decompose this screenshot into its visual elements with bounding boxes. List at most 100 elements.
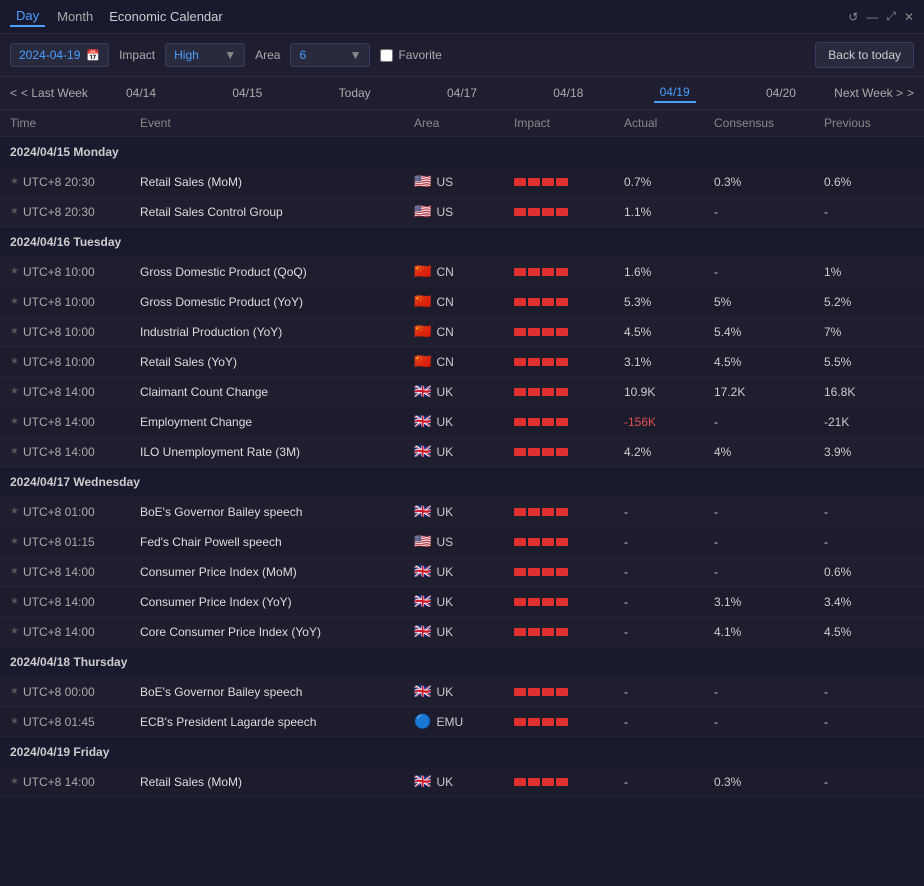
time-cell: ★UTC+8 00:00 bbox=[10, 685, 140, 699]
table-row[interactable]: ★UTC+8 14:00Consumer Price Index (YoY)🇬🇧… bbox=[0, 587, 924, 617]
day-0420[interactable]: 04/20 bbox=[760, 84, 802, 102]
next-week-label: Next Week > bbox=[834, 86, 903, 100]
impact-bar bbox=[514, 298, 526, 306]
area-cell: 🇨🇳CN bbox=[414, 323, 514, 340]
close-btn[interactable]: ✕ bbox=[904, 9, 914, 24]
impact-bar bbox=[528, 778, 540, 786]
day-today[interactable]: Today bbox=[333, 84, 377, 102]
table-row[interactable]: ★UTC+8 14:00ILO Unemployment Rate (3M)🇬🇧… bbox=[0, 437, 924, 467]
tab-day[interactable]: Day bbox=[10, 6, 45, 27]
area-cell: 🇬🇧UK bbox=[414, 413, 514, 430]
impact-bar bbox=[556, 508, 568, 516]
table-row[interactable]: ★UTC+8 10:00Retail Sales (YoY)🇨🇳CN3.1%4.… bbox=[0, 347, 924, 377]
day-0419[interactable]: 04/19 bbox=[654, 83, 696, 103]
event-cell: ECB's President Lagarde speech bbox=[140, 715, 414, 729]
area-code: UK bbox=[436, 415, 453, 429]
time-cell: ★UTC+8 10:00 bbox=[10, 295, 140, 309]
day-0417[interactable]: 04/17 bbox=[441, 84, 483, 102]
star-icon: ★ bbox=[10, 386, 19, 397]
time-cell: ★UTC+8 14:00 bbox=[10, 445, 140, 459]
event-cell: Gross Domestic Product (QoQ) bbox=[140, 265, 414, 279]
refresh-btn[interactable]: ↺ bbox=[848, 9, 858, 24]
next-week-button[interactable]: Next Week > > bbox=[834, 86, 914, 100]
table-row[interactable]: ★UTC+8 14:00Employment Change🇬🇧UK-156K--… bbox=[0, 407, 924, 437]
table-row[interactable]: ★UTC+8 20:30Retail Sales (MoM)🇺🇸US0.7%0.… bbox=[0, 167, 924, 197]
expand-btn[interactable]: ⤢ bbox=[886, 9, 896, 24]
actual-value: - bbox=[624, 505, 714, 519]
table-row[interactable]: ★UTC+8 14:00Retail Sales (MoM)🇬🇧UK-0.3%- bbox=[0, 767, 924, 797]
table-row[interactable]: ★UTC+8 10:00Industrial Production (YoY)🇨… bbox=[0, 317, 924, 347]
table-row[interactable]: ★UTC+8 00:00BoE's Governor Bailey speech… bbox=[0, 677, 924, 707]
time-cell: ★UTC+8 01:45 bbox=[10, 715, 140, 729]
impact-bar bbox=[556, 178, 568, 186]
impact-bar bbox=[514, 418, 526, 426]
previous-value: 3.4% bbox=[824, 595, 914, 609]
actual-value: 0.7% bbox=[624, 175, 714, 189]
event-cell: ILO Unemployment Rate (3M) bbox=[140, 445, 414, 459]
impact-cell bbox=[514, 508, 624, 516]
flag-icon: 🇬🇧 bbox=[414, 773, 431, 790]
time-value: UTC+8 14:00 bbox=[23, 415, 95, 429]
tab-month[interactable]: Month bbox=[51, 7, 99, 26]
window-controls: ↺ — ⤢ ✕ bbox=[848, 9, 914, 24]
area-code: UK bbox=[436, 565, 453, 579]
flag-icon: 🇬🇧 bbox=[414, 503, 431, 520]
actual-value: - bbox=[624, 685, 714, 699]
day-0415[interactable]: 04/15 bbox=[226, 84, 268, 102]
favorite-checkbox[interactable] bbox=[380, 49, 393, 62]
table-row[interactable]: ★UTC+8 14:00Consumer Price Index (MoM)🇬🇧… bbox=[0, 557, 924, 587]
flag-icon: 🇺🇸 bbox=[414, 203, 431, 220]
day-0414[interactable]: 04/14 bbox=[120, 84, 162, 102]
event-cell: BoE's Governor Bailey speech bbox=[140, 505, 414, 519]
previous-value: 3.9% bbox=[824, 445, 914, 459]
table-row[interactable]: ★UTC+8 14:00Core Consumer Price Index (Y… bbox=[0, 617, 924, 647]
impact-bar bbox=[542, 568, 554, 576]
table-row[interactable]: ★UTC+8 10:00Gross Domestic Product (YoY)… bbox=[0, 287, 924, 317]
time-cell: ★UTC+8 14:00 bbox=[10, 595, 140, 609]
chevron-down-icon-2: ▼ bbox=[350, 48, 362, 62]
impact-cell bbox=[514, 208, 624, 216]
event-cell: BoE's Governor Bailey speech bbox=[140, 685, 414, 699]
back-to-today-button[interactable]: Back to today bbox=[815, 42, 914, 68]
star-icon: ★ bbox=[10, 776, 19, 787]
impact-cell bbox=[514, 778, 624, 786]
prev-week-button[interactable]: < < Last Week bbox=[10, 86, 88, 100]
previous-value: 5.5% bbox=[824, 355, 914, 369]
th-actual: Actual bbox=[624, 116, 714, 130]
previous-value: - bbox=[824, 775, 914, 789]
date-picker[interactable]: 2024-04-19 📅 bbox=[10, 43, 109, 67]
area-code: CN bbox=[436, 295, 453, 309]
star-icon: ★ bbox=[10, 536, 19, 547]
table-row[interactable]: ★UTC+8 01:45ECB's President Lagarde spee… bbox=[0, 707, 924, 737]
chevron-right-icon: > bbox=[907, 86, 914, 100]
impact-bar bbox=[542, 778, 554, 786]
impact-bar bbox=[556, 418, 568, 426]
impact-cell bbox=[514, 388, 624, 396]
calendar-body: 2024/04/15 Monday★UTC+8 20:30Retail Sale… bbox=[0, 137, 924, 797]
table-row[interactable]: ★UTC+8 01:00BoE's Governor Bailey speech… bbox=[0, 497, 924, 527]
consensus-value: 3.1% bbox=[714, 595, 824, 609]
star-icon: ★ bbox=[10, 566, 19, 577]
previous-value: 4.5% bbox=[824, 625, 914, 639]
area-code: CN bbox=[436, 325, 453, 339]
calendar-scroll-area[interactable]: 2024/04/15 Monday★UTC+8 20:30Retail Sale… bbox=[0, 137, 924, 886]
day-0418[interactable]: 04/18 bbox=[547, 84, 589, 102]
star-icon: ★ bbox=[10, 506, 19, 517]
minimize-btn[interactable]: — bbox=[866, 9, 878, 24]
time-cell: ★UTC+8 14:00 bbox=[10, 775, 140, 789]
impact-bar bbox=[542, 358, 554, 366]
impact-bar bbox=[514, 628, 526, 636]
favorite-checkbox-wrap[interactable]: Favorite bbox=[380, 48, 441, 62]
area-code: UK bbox=[436, 625, 453, 639]
date-value: 2024-04-19 bbox=[19, 48, 80, 62]
consensus-value: - bbox=[714, 535, 824, 549]
impact-bar bbox=[542, 598, 554, 606]
table-row[interactable]: ★UTC+8 20:30Retail Sales Control Group🇺🇸… bbox=[0, 197, 924, 227]
table-row[interactable]: ★UTC+8 10:00Gross Domestic Product (QoQ)… bbox=[0, 257, 924, 287]
table-row[interactable]: ★UTC+8 01:15Fed's Chair Powell speech🇺🇸U… bbox=[0, 527, 924, 557]
consensus-value: - bbox=[714, 565, 824, 579]
table-row[interactable]: ★UTC+8 14:00Claimant Count Change🇬🇧UK10.… bbox=[0, 377, 924, 407]
star-icon: ★ bbox=[10, 716, 19, 727]
area-dropdown[interactable]: 6 ▼ bbox=[290, 43, 370, 67]
impact-dropdown[interactable]: High ▼ bbox=[165, 43, 245, 67]
